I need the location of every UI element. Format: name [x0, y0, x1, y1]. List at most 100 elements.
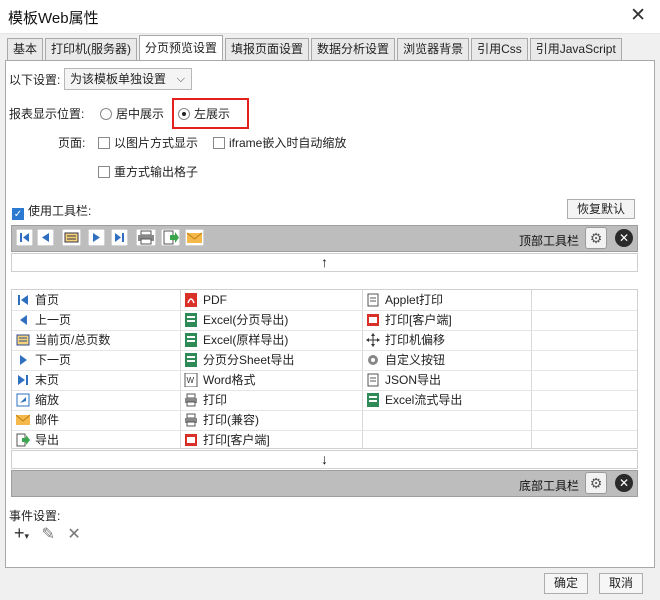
list-item[interactable]: Applet打印 [362, 290, 443, 310]
remove-toolbar-icon[interactable]: ✕ [615, 474, 633, 492]
excel-icon [185, 333, 197, 347]
previous-page-icon [20, 315, 27, 325]
list-item[interactable]: Excel流式导出 [362, 390, 462, 410]
checkbox-use-toolbar[interactable]: ✓ 使用工具栏: [12, 202, 91, 220]
restore-default-button[interactable]: 恢复默认 [567, 199, 635, 219]
move-down-button[interactable]: ↓ [11, 450, 638, 469]
scope-label: 以下设置: [9, 73, 61, 87]
list-item[interactable]: 上一页 [12, 310, 71, 330]
list-item[interactable]: 当前页/总页数 [12, 330, 110, 350]
list-item[interactable]: 下一页 [12, 350, 71, 370]
chevron-down-icon[interactable]: ▾ [25, 531, 30, 541]
top-toolbar-strip: 顶部工具栏 ⚙ ✕ [11, 225, 638, 252]
window-title: 模板Web属性 [8, 10, 99, 27]
tab-printer-server[interactable]: 打印机(服务器) [45, 38, 138, 60]
tab-css[interactable]: 引用Css [471, 38, 528, 60]
list-item[interactable]: 打印(兼容) [180, 410, 259, 430]
top-toolbar-label: 顶部工具栏 [519, 234, 580, 248]
word-icon: W [184, 373, 198, 387]
list-item[interactable]: Excel(分页导出) [180, 310, 288, 330]
gear-icon[interactable]: ⚙ [585, 227, 607, 249]
excel-sheet-icon [185, 353, 197, 367]
list-item[interactable]: Excel(原样导出) [180, 330, 288, 350]
mail-icon[interactable] [185, 229, 204, 246]
page-count-icon[interactable] [62, 229, 81, 246]
bottom-toolbar-strip: 底部工具栏 ⚙ ✕ [11, 470, 638, 497]
chevron-down-icon: ⌵ [176, 73, 185, 85]
excel-icon [367, 393, 379, 407]
scope-select[interactable]: 为该模板单独设置 ⌵ [64, 68, 192, 90]
print-icon [185, 413, 197, 427]
delete-icon[interactable]: ✕ [67, 526, 80, 543]
radio-center[interactable]: 居中展示 [100, 105, 164, 122]
svg-text:W: W [187, 376, 195, 385]
first-page-icon [18, 295, 28, 305]
checkbox-iframe-zoom[interactable]: iframe嵌入时自动缩放 [213, 134, 346, 151]
checkbox-repeat-cells[interactable]: 重方式输出格子 [98, 163, 198, 180]
export-icon[interactable] [161, 229, 180, 246]
tab-browser-background[interactable]: 浏览器背景 [397, 38, 470, 60]
applet-print-icon [367, 293, 379, 307]
highlight-box [172, 98, 249, 129]
check-icon: ✓ [12, 208, 24, 220]
first-page-icon[interactable] [16, 229, 33, 246]
scope-select-value: 为该模板单独设置 [70, 72, 167, 86]
list-item[interactable]: 自定义按钮 [362, 350, 445, 370]
last-page-icon[interactable] [111, 229, 128, 246]
checkbox-repeat-cells-label: 重方式输出格子 [114, 165, 199, 179]
next-page-icon[interactable] [88, 229, 105, 246]
toolbar-button-grid: 首页 上一页 当前页/总页数 下一页 末页 缩放 邮件 导出 PDF Excel… [11, 289, 638, 449]
move-icon [366, 333, 380, 347]
list-item[interactable]: 缩放 [12, 390, 59, 410]
list-item[interactable]: 导出 [12, 430, 59, 450]
list-item[interactable]: 首页 [12, 290, 59, 310]
checkbox-as-image-box [98, 137, 110, 149]
list-item[interactable]: PDF [180, 290, 227, 310]
gear-icon [368, 355, 378, 365]
tab-javascript[interactable]: 引用JavaScript [529, 38, 622, 60]
remove-toolbar-icon[interactable]: ✕ [615, 229, 633, 247]
ok-button[interactable]: 确定 [544, 573, 588, 594]
gear-icon[interactable]: ⚙ [585, 472, 607, 494]
list-item[interactable]: 打印[客户端] [362, 310, 452, 330]
list-item[interactable]: 末页 [12, 370, 59, 390]
move-up-button[interactable]: ↑ [11, 253, 638, 272]
client-print-icon [185, 434, 197, 446]
checkbox-repeat-cells-box [98, 166, 110, 178]
mail-icon [16, 414, 30, 425]
list-item[interactable]: 打印机偏移 [362, 330, 445, 350]
edit-icon[interactable]: ✎ [42, 526, 55, 543]
tab-fill-page[interactable]: 填报页面设置 [225, 38, 310, 60]
checkbox-iframe-zoom-label: iframe嵌入时自动缩放 [229, 136, 347, 150]
next-page-icon [20, 355, 27, 365]
tab-paging-preview[interactable]: 分页预览设置 [139, 35, 224, 60]
excel-icon [185, 313, 197, 327]
checkbox-as-image[interactable]: 以图片方式显示 [98, 134, 198, 151]
list-item[interactable]: W Word格式 [180, 370, 255, 390]
list-item[interactable]: 分页分Sheet导出 [180, 350, 294, 370]
radio-center-circle [100, 108, 112, 120]
client-print-icon [367, 314, 379, 326]
tab-bar: 基本 打印机(服务器) 分页预览设置 填报页面设置 数据分析设置 浏览器背景 引… [7, 35, 624, 60]
print-icon [185, 393, 197, 407]
add-icon[interactable]: + [14, 523, 25, 543]
list-item[interactable]: 打印[客户端] [180, 430, 270, 450]
pdf-icon [185, 293, 197, 307]
tab-data-analysis[interactable]: 数据分析设置 [311, 38, 396, 60]
list-item[interactable]: JSON导出 [362, 370, 441, 390]
list-item[interactable]: 邮件 [12, 410, 59, 430]
bottom-toolbar-label: 底部工具栏 [519, 479, 580, 493]
close-icon[interactable]: ✕ [630, 5, 646, 27]
tab-basic[interactable]: 基本 [7, 38, 44, 60]
zoom-icon [16, 393, 30, 407]
events-toolbar: +▾ ✎ ✕ [14, 523, 81, 544]
cancel-button[interactable]: 取消 [599, 573, 643, 594]
export-icon [16, 433, 30, 447]
previous-page-icon[interactable] [37, 229, 54, 246]
page-count-icon [16, 334, 30, 346]
print-icon[interactable] [136, 229, 156, 246]
page-label: 页面: [58, 136, 86, 150]
checkbox-as-image-label: 以图片方式显示 [114, 136, 199, 150]
list-item[interactable]: 打印 [180, 390, 227, 410]
title-bar: 模板Web属性 ✕ [0, 0, 660, 34]
